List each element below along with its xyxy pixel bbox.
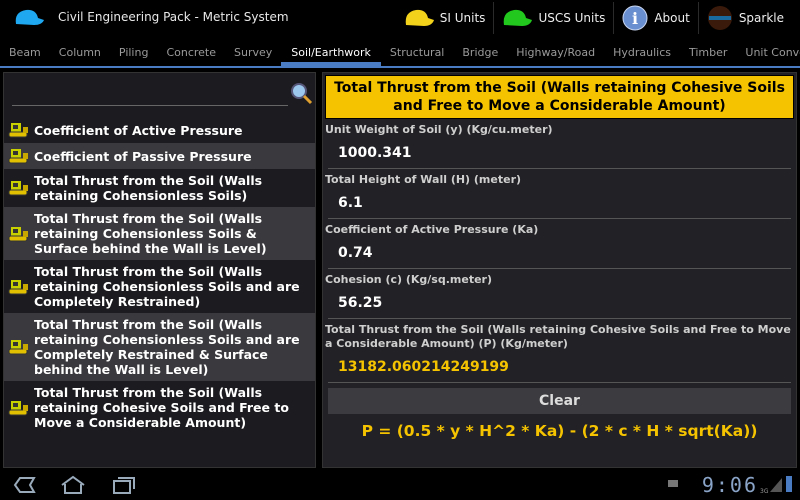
tab-piling[interactable]: Piling [110,40,158,66]
clock: 9:06 [701,473,758,497]
about-label: About [654,11,690,25]
tab-column[interactable]: Column [50,40,110,66]
tab-soil-earthwork[interactable]: Soil/Earthwork [281,40,381,66]
wall-height-input[interactable]: 6.1 [328,187,791,219]
home-icon[interactable] [60,475,86,495]
sparkle-logo-icon [707,6,732,30]
bulldozer-icon [8,181,28,196]
bulldozer-icon [8,279,28,294]
si-units-label: SI Units [439,11,486,25]
app-title: Civil Engineering Pack - Metric System [58,10,289,24]
tab-bridge[interactable]: Bridge [453,40,507,66]
search-bar [4,73,315,117]
list-item-label: Total Thrust from the Soil (Walls retain… [34,264,300,309]
tab-survey[interactable]: Survey [225,40,281,66]
tab-concrete[interactable]: Concrete [157,40,225,66]
signal-icon [770,478,782,492]
uscs-units-label: USCS Units [538,11,606,25]
list-item-label: Total Thrust from the Soil (Walls retain… [34,385,289,430]
list-item-label: Coefficient of Passive Pressure [34,148,252,164]
list-item[interactable]: Coefficient of Passive Pressure [4,143,315,169]
action-bar: Civil Engineering Pack - Metric System S… [0,0,800,36]
formula-text: P = (0.5 * y * H^2 * Ka) - (2 * c * H * … [361,422,758,440]
list-item-label: Total Thrust from the Soil (Walls retain… [34,211,267,256]
list-item-label: Total Thrust from the Soil (Walls retain… [34,173,263,203]
keyboard-icon [668,480,678,487]
svg-text:i: i [632,9,638,28]
back-icon[interactable] [12,476,36,494]
active-pressure-label: Coefficient of Active Pressure (Ka) [325,223,539,236]
recent-apps-icon[interactable] [112,475,136,495]
system-nav-bar [0,470,800,500]
bulldozer-icon [8,123,28,138]
battery-icon [786,476,792,492]
network-type: 3G [760,488,769,495]
cohesion-input[interactable]: 56.25 [328,287,791,319]
bulldozer-icon [8,400,28,415]
category-tabs: Beam Column Piling Concrete Survey Soil/… [0,40,800,68]
tab-hydraulics[interactable]: Hydraulics [604,40,680,66]
list-item[interactable]: Total Thrust from the Soil (Walls retain… [4,207,315,260]
list-item-label: Coefficient of Active Pressure [34,122,243,138]
unit-weight-label: Unit Weight of Soil (y) (Kg/cu.meter) [325,123,553,136]
result-label: Total Thrust from the Soil (Walls retain… [325,323,791,350]
bulldozer-icon [8,149,28,164]
about-button[interactable]: i About [613,2,697,34]
clear-button[interactable]: Clear [328,388,791,414]
tab-beam[interactable]: Beam [0,40,50,66]
list-item[interactable]: Total Thrust from the Soil (Walls retain… [4,313,315,381]
cohesion-label: Cohesion (c) (Kg/sq.meter) [325,273,492,286]
active-pressure-input[interactable]: 0.74 [328,237,791,269]
yellow-hard-hat-icon [405,9,434,26]
search-input[interactable] [12,105,288,106]
search-icon[interactable] [289,81,313,105]
info-icon: i [622,5,648,31]
hard-hat-logo-icon [15,9,44,25]
list-item-label: Total Thrust from the Soil (Walls retain… [34,317,300,377]
tab-unit-converter[interactable]: Unit Converter [736,40,800,66]
formula-list-panel: Coefficient of Active Pressure Coefficien… [3,72,316,468]
sparkle-button[interactable]: Sparkle [697,2,792,34]
uscs-units-button[interactable]: USCS Units [493,2,613,34]
calculator-panel: Total Thrust from the Soil (Walls retain… [322,72,797,468]
bulldozer-icon [8,226,28,241]
green-hard-hat-icon [504,9,533,26]
tab-highway-road[interactable]: Highway/Road [507,40,604,66]
tab-structural[interactable]: Structural [381,40,453,66]
list-item[interactable]: Total Thrust from the Soil (Walls retain… [4,260,315,313]
unit-weight-input[interactable]: 1000.341 [328,137,791,169]
list-item[interactable]: Total Thrust from the Soil (Walls retain… [4,381,315,434]
list-item[interactable]: Total Thrust from the Soil (Walls retain… [4,169,315,207]
bulldozer-icon [8,340,28,355]
sparkle-label: Sparkle [738,11,784,25]
list-item[interactable]: Coefficient of Active Pressure [4,117,315,143]
wall-height-label: Total Height of Wall (H) (meter) [325,173,522,186]
result-output: 13182.060214249199 [328,351,791,383]
tab-timber[interactable]: Timber [680,40,736,66]
si-units-button[interactable]: SI Units [396,2,494,34]
calculator-title: Total Thrust from the Soil (Walls retain… [325,75,794,119]
